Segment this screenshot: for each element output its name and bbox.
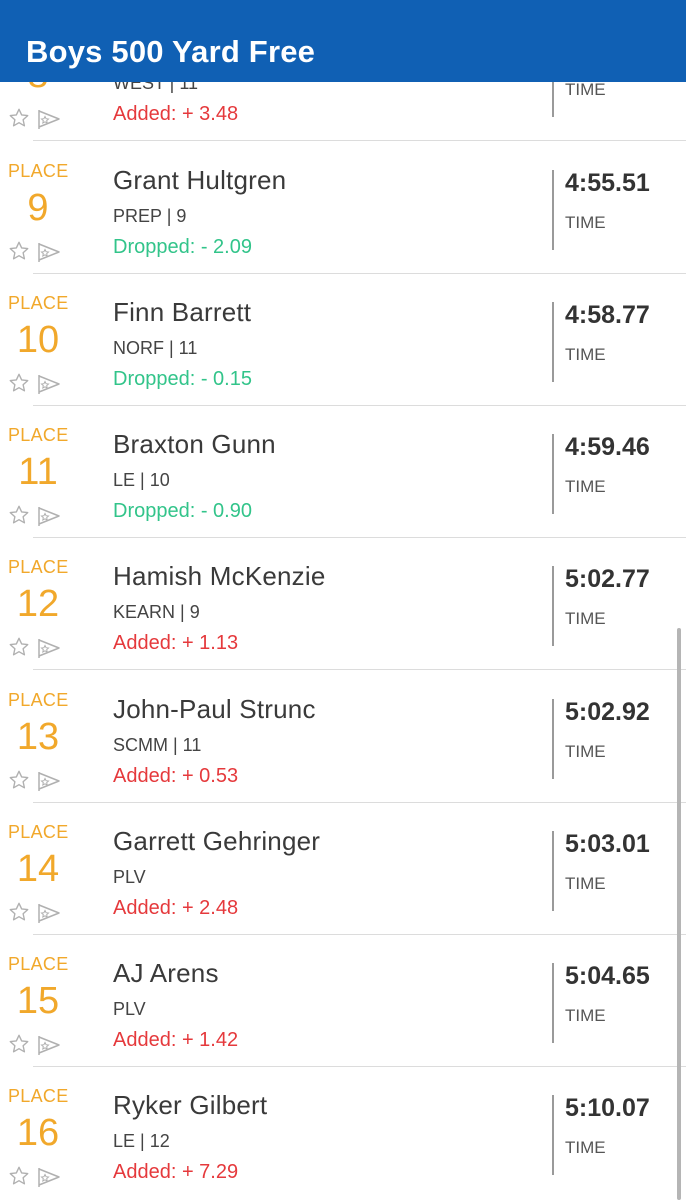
divider <box>552 963 554 1043</box>
time-label: TIME <box>565 1006 606 1025</box>
app-header: Boys 500 Yard Free <box>0 0 686 82</box>
star-icon[interactable] <box>8 504 30 526</box>
flag-icon[interactable] <box>37 637 61 659</box>
result-row[interactable]: PLACE 10 Finn Barrett NORF | 11 Dropped:… <box>0 273 686 406</box>
place-number: 11 <box>18 451 58 493</box>
flag-icon[interactable] <box>37 108 61 130</box>
place-label: PLACE <box>8 161 69 181</box>
place-label: PLACE <box>8 822 69 842</box>
time-label: TIME <box>565 477 606 496</box>
divider <box>552 566 554 646</box>
time-delta: Added: + 1.13 <box>113 632 239 654</box>
star-icon[interactable] <box>8 372 30 394</box>
place-label: PLACE <box>8 293 69 313</box>
page-title: Boys 500 Yard Free <box>26 34 316 69</box>
result-row[interactable]: PLACE 15 AJ Arens PLV Added: + 1.42 5:04… <box>0 934 686 1067</box>
swimmer-name: Hamish McKenzie <box>113 561 326 591</box>
place-number: 9 <box>27 187 49 229</box>
flag-icon[interactable] <box>37 902 61 924</box>
time-value: 5:03.01 <box>565 830 650 858</box>
time-value: 5:04.65 <box>565 962 650 990</box>
star-icon[interactable] <box>8 901 30 923</box>
place-label: PLACE <box>8 954 69 974</box>
swimmer-name: AJ Arens <box>113 958 219 988</box>
swimmer-name: Grant Hultgren <box>113 165 287 195</box>
star-icon[interactable] <box>8 107 30 129</box>
flag-icon[interactable] <box>37 1034 61 1056</box>
time-delta: Added: + 3.48 <box>113 103 239 125</box>
team-grade: PLV <box>113 999 146 1019</box>
team-grade: NORF | 11 <box>113 338 198 358</box>
place-number: 10 <box>16 319 60 361</box>
result-row[interactable]: PLACE 9 Grant Hultgren PREP | 9 Dropped:… <box>0 141 686 274</box>
place-number: 16 <box>16 1112 60 1154</box>
star-icon[interactable] <box>8 240 30 262</box>
divider <box>552 170 554 250</box>
result-row[interactable]: PLACE 14 Garrett Gehringer PLV Added: + … <box>0 802 686 935</box>
place-label: PLACE <box>8 557 69 577</box>
results-list[interactable]: PLACE 8 WEST | 11 Added: + 3.48 TIME PLA… <box>0 0 686 1200</box>
divider <box>552 831 554 911</box>
time-delta: Added: + 0.53 <box>113 765 239 787</box>
flag-icon[interactable] <box>37 1166 61 1188</box>
time-delta: Added: + 1.42 <box>113 1029 239 1051</box>
time-value: 5:02.77 <box>565 565 650 593</box>
time-label: TIME <box>565 345 606 364</box>
swimmer-name: Garrett Gehringer <box>113 826 321 856</box>
time-delta: Dropped: - 2.09 <box>113 236 252 258</box>
star-icon[interactable] <box>8 1165 30 1187</box>
result-row[interactable]: PLACE 12 Hamish McKenzie KEARN | 9 Added… <box>0 537 686 670</box>
swimmer-name: Finn Barrett <box>113 297 252 327</box>
place-number: 14 <box>16 848 60 890</box>
star-icon[interactable] <box>8 769 30 791</box>
time-delta: Added: + 7.29 <box>113 1161 239 1183</box>
time-value: 4:59.46 <box>565 433 650 461</box>
divider <box>552 302 554 382</box>
time-value: 4:58.77 <box>565 301 650 329</box>
swimmer-name: John-Paul Strunc <box>113 694 316 724</box>
time-label: TIME <box>565 80 606 99</box>
result-row[interactable]: PLACE 13 John-Paul Strunc SCMM | 11 Adde… <box>0 670 686 803</box>
time-label: TIME <box>565 1138 606 1157</box>
swimmer-name: Braxton Gunn <box>113 429 276 459</box>
star-icon[interactable] <box>8 636 30 658</box>
flag-icon[interactable] <box>37 770 61 792</box>
time-label: TIME <box>565 874 606 893</box>
time-value: 4:55.51 <box>565 169 650 197</box>
star-icon[interactable] <box>8 1033 30 1055</box>
place-label: PLACE <box>8 1086 69 1106</box>
team-grade: PREP | 9 <box>113 206 187 226</box>
result-row[interactable]: PLACE 16 Ryker Gilbert LE | 12 Added: + … <box>0 1066 686 1199</box>
team-grade: LE | 10 <box>113 470 170 490</box>
flag-icon[interactable] <box>37 241 61 263</box>
time-value: 5:02.92 <box>565 698 650 726</box>
scrollbar[interactable] <box>677 628 681 1200</box>
team-grade: PLV <box>113 867 146 887</box>
time-delta: Added: + 2.48 <box>113 897 239 919</box>
divider <box>552 1095 554 1175</box>
result-row[interactable]: PLACE 11 Braxton Gunn LE | 10 Dropped: -… <box>0 405 686 538</box>
flag-icon[interactable] <box>37 373 61 395</box>
swimmer-name: Ryker Gilbert <box>113 1090 268 1120</box>
place-number: 15 <box>16 980 60 1022</box>
team-grade: SCMM | 11 <box>113 735 202 755</box>
place-number: 13 <box>16 716 60 758</box>
time-value: 5:10.07 <box>565 1094 650 1122</box>
place-label: PLACE <box>8 425 69 445</box>
time-label: TIME <box>565 213 606 232</box>
time-delta: Dropped: - 0.90 <box>113 500 252 522</box>
place-label: PLACE <box>8 690 69 710</box>
time-delta: Dropped: - 0.15 <box>113 368 252 390</box>
divider <box>552 699 554 779</box>
divider <box>552 434 554 514</box>
team-grade: KEARN | 9 <box>113 602 200 622</box>
place-number: 12 <box>16 583 60 625</box>
time-label: TIME <box>565 742 606 761</box>
time-label: TIME <box>565 609 606 628</box>
flag-icon[interactable] <box>37 505 61 527</box>
team-grade: LE | 12 <box>113 1131 170 1151</box>
